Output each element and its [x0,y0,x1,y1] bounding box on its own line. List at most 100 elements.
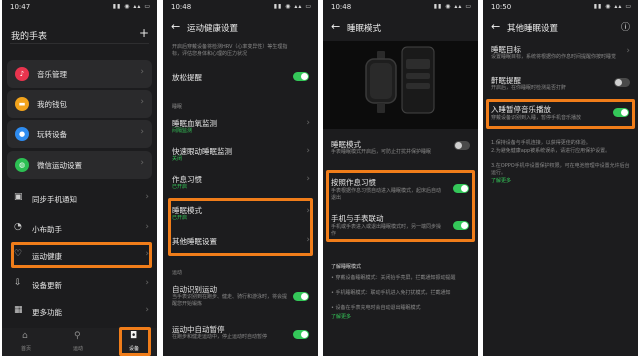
update-icon: ⇩ [14,278,22,288]
status-icons: ▮▮ ◉ ▴▴ ▭ [112,3,151,10]
phone-watch-link-label: 手机与手表联动 [331,214,384,223]
chevron-right-icon: › [145,278,149,288]
pause-music-desc: 穿戴设备识别到入睡，暂停手机音乐播放 [491,115,582,121]
nav-home-label: 首页 [21,346,32,352]
screen-sleep-mode: 10:48 ▮▮ ◉ ▴▴ ▭ ← 睡眠模式 睡眠模式 手表睡眠模式开启后，可防… [323,0,478,356]
note-line: 1.保持设备与手机连接，以获得更佳的体验。 [491,140,591,146]
bulb-icon: ● [15,127,29,141]
pause-music-toggle[interactable] [613,108,629,117]
spo2-status: 间隔监测 [172,128,193,134]
status-time: 10:48 [331,3,352,11]
divider [10,43,149,44]
list-item-wallet[interactable]: ▬ 我的钱包 › [7,90,152,118]
wechat-icon: ◍ [15,158,29,172]
rem-status: 关闭 [172,156,183,162]
more-icon: ▦ [14,305,23,315]
notification-icon: ▣ [14,192,23,202]
relax-reminder-label: 放松提醒 [172,73,202,82]
snore-desc: 开启后，在你睡眠时检测是否打鼾 [491,85,567,91]
learn-line: • 手机睡眠模式：联动手机进入免打扰模式，拦截通知 [331,290,451,296]
chevron-right-icon: › [145,249,149,259]
sleep-goal-desc: 设置睡眠目标，系统将根据你的作息时间提醒你按时睡觉 [491,54,617,60]
follow-habit-toggle[interactable] [453,184,469,193]
header: ← 运动健康设置 [163,16,318,38]
chevron-right-icon: › [306,118,310,128]
watch-icon[interactable]: ◘ [130,331,137,341]
sleep-mode-desc: 手表睡眠模式开启后，可防止打扰并保护睡眠 [331,149,432,155]
chevron-right-icon: › [145,222,149,232]
illustration [323,41,478,129]
back-arrow-icon[interactable]: ← [491,20,500,33]
chevron-right-icon: › [306,235,310,245]
sleep-mode-toggle[interactable] [454,141,470,150]
chevron-right-icon: › [145,192,149,202]
list-item-health[interactable]: 运动健康 [32,251,62,262]
status-time: 10:50 [491,3,512,11]
chevron-right-icon: › [140,158,144,168]
page-title: 其他睡眠设置 [507,24,559,34]
status-time: 10:47 [10,3,31,11]
screen-other-sleep-settings: 10:50 ▮▮ ◉ ▴▴ ▭ ← 其他睡眠设置 ⓘ 睡眠目标 设置睡眠目标，系… [483,0,638,356]
habit-status: 已开启 [172,184,188,190]
bottom-nav: ⌂ 首页 ⚲ 运动 ◘ 设备 [2,327,157,356]
wallet-icon: ▬ [15,97,29,111]
chevron-right-icon: › [626,46,630,56]
list-item-update[interactable]: 设备更新 [32,280,62,291]
back-arrow-icon[interactable]: ← [331,20,340,33]
phone-watch-link-toggle[interactable] [453,221,469,230]
learn-line: • 设备在手表充电时会自动退出睡眠模式 [331,305,421,311]
page-title: 运动健康设置 [187,24,239,34]
chevron-right-icon: › [306,146,310,156]
status-bar: 10:47 ▮▮ ◉ ▴▴ ▭ [2,0,157,14]
learn-more-link[interactable]: 了解更多 [331,314,351,321]
status-icons: ▮▮ ◉ ▴▴ ▭ [273,3,312,10]
note-link[interactable]: 了解更多 [491,178,511,185]
page-title: 我的手表 [11,32,48,42]
screen-health-settings: 10:48 ▮▮ ◉ ▴▴ ▭ ← 运动健康设置 开启后穿戴设备将检测HRV（心… [163,0,318,356]
header: ← 其他睡眠设置 ⓘ [483,16,638,38]
section-sport-header: 运动 [172,270,183,276]
page-title: 睡眠模式 [347,24,382,34]
nav-sport-label: 运动 [73,346,84,352]
note-line: 3.在OPPO手机中设置保护权限，可在电池管理中设置允许后台运行。 [491,163,630,176]
sleep-mode-status: 已开启 [172,215,188,221]
auto-pause-desc: 在跑步和健走运动中，停止运动时自动暂停 [172,334,268,340]
note-line: 2.为避免健康app被系统误杀，请进行应用保护设置。 [491,148,611,154]
section-sleep-header: 睡眠 [172,104,183,110]
list-item-label: 音乐管理 [37,70,67,79]
auto-detect-toggle[interactable] [293,292,309,301]
back-arrow-icon[interactable]: ← [171,20,180,33]
list-item-assistant[interactable]: 小布助手 [32,224,62,235]
list-item-label: 玩转设备 [37,130,67,139]
relax-reminder-toggle[interactable] [293,72,309,81]
chevron-right-icon: › [306,206,310,216]
auto-detect-desc: 当手表识别到在跑步、健走、骑行和游泳时，将会提醒您开始锻炼 [172,294,288,307]
snore-toggle[interactable] [614,78,630,87]
run-icon[interactable]: ⚲ [74,331,81,341]
status-time: 10:48 [171,3,192,11]
info-icon[interactable]: ⓘ [621,20,630,33]
list-item-explore[interactable]: ● 玩转设备 › [7,120,152,148]
chevron-right-icon: › [140,97,144,107]
stress-desc: 开启后穿戴设备将检测HRV（心率变异性）等生理指标，评估您身体和心理的压力状况 [172,44,288,57]
chevron-right-icon: › [140,67,144,77]
heart-icon: ♡ [14,249,23,259]
list-item-more[interactable]: 更多功能 [32,307,62,318]
watch-phone-illustration [365,46,435,114]
chevron-right-icon: › [306,174,310,184]
follow-habit-desc: 手表根据作息习惯自动进入睡眠模式，起床后自动退出 [331,188,442,201]
list-item-label: 微信运动设置 [37,161,82,170]
phone-watch-link-desc: 手机或手表进入或退出睡眠模式时，另一端同步操作 [331,224,442,237]
status-bar: 10:48 ▮▮ ◉ ▴▴ ▭ [323,0,478,14]
status-icons: ▮▮ ◉ ▴▴ ▭ [433,3,472,10]
home-icon[interactable]: ⌂ [22,331,28,341]
other-sleep-label[interactable]: 其他睡眠设置 [172,236,217,247]
add-icon[interactable]: + [139,26,149,40]
list-item-wechat[interactable]: ◍ 微信运动设置 › [7,151,152,179]
nav-device-label: 设备 [129,346,140,352]
assistant-icon: ◔ [14,222,22,232]
auto-pause-toggle[interactable] [293,330,309,339]
list-item-music[interactable]: ♪ 音乐管理 › [7,60,152,88]
list-item-notify[interactable]: 同步手机通知 [32,194,77,205]
pause-music-label: 入睡暂停音乐播放 [491,105,551,114]
